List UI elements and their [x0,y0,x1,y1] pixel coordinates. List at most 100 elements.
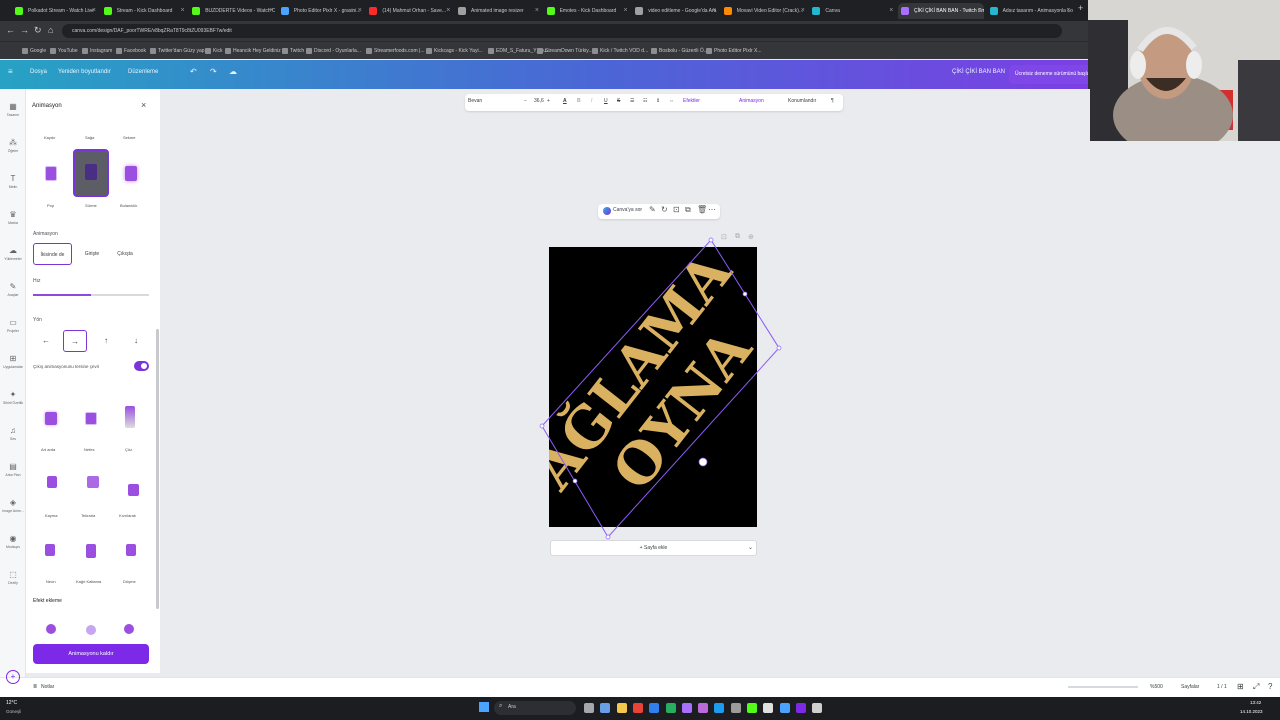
tab-entry[interactable]: Girişte [77,243,107,265]
bookmark-item[interactable]: Google [22,45,46,57]
anim-option-kivrilarak[interactable] [113,464,149,512]
reload-icon[interactable]: ↻ [34,25,42,36]
taskbar-app-icon[interactable] [714,703,725,713]
tab-close-icon[interactable]: × [269,3,273,19]
anim-option-tekrarla[interactable] [73,464,109,512]
anim-option-dusme[interactable] [113,530,149,578]
zoom-slider[interactable] [1068,686,1138,688]
rail-item[interactable]: ⁂ Öğeler [0,138,26,153]
rotate-icon[interactable]: ↻ [661,205,668,214]
bookmark-item[interactable]: Bosbolu - Güzerili Ö... [651,45,708,57]
edit-icon[interactable]: ✎ [649,205,656,214]
browser-tab[interactable]: video editleme - Google'da Ara × [632,3,718,19]
tab-close-icon[interactable]: × [1067,3,1071,19]
bold-icon[interactable]: B [577,98,581,104]
bookmark-item[interactable]: Kickcags - Kick Yayi... [426,45,483,57]
tab-close-icon[interactable]: × [92,3,96,19]
help-button-icon[interactable]: ? [1268,682,1272,691]
panel-scrollbar[interactable] [156,329,159,609]
browser-tab[interactable]: Photo Editor Pixlr X - grasini... × [278,3,364,19]
rail-item[interactable]: ♛ Marka [0,210,26,225]
tab-close-icon[interactable]: × [446,3,450,19]
letter-spacing-icon[interactable]: ⇕ [656,98,660,104]
bookmark-item[interactable]: Discord - Oyunlarla... [306,45,361,57]
bookmark-item[interactable]: StreamDown Türkiy... [537,45,593,57]
taskbar-app-icon[interactable] [747,703,757,713]
effect-option-1[interactable] [46,624,56,634]
text-color-icon[interactable]: A [563,98,567,104]
taskbar-app-icon[interactable] [812,703,823,713]
taskbar-app-icon[interactable] [795,703,806,713]
bookmark-item[interactable]: Twitter'dan Güzy yap [150,45,205,57]
anim-option-surme[interactable] [73,149,109,197]
rail-item[interactable]: ▭ Projeler [0,318,26,333]
animate-button[interactable]: Animasyon [739,98,764,104]
speed-slider[interactable] [33,294,149,296]
direction-up-button[interactable]: ↑ [94,330,118,352]
redo-icon[interactable]: ↷ [210,67,217,76]
reverse-exit-toggle[interactable] [134,361,149,371]
rail-item[interactable]: ▤ Arka Plan [0,462,26,477]
resize-button[interactable]: Yeniden boyutlandır [58,69,111,75]
browser-tab[interactable]: ÇİKİ ÇİKİ BAN BAN - Twitch Em... × [898,3,984,19]
tab-close-icon[interactable]: × [358,3,362,19]
rail-item[interactable]: ⬚ Dexify [0,570,26,585]
start-icon[interactable] [479,702,489,712]
browser-tab[interactable]: Polkadot Stream - Watch Live × [12,3,98,19]
anim-option-pop[interactable] [33,150,69,198]
anim-option-kagit-katlama[interactable] [73,530,109,578]
rail-item[interactable]: ☁ Yüklemeler [0,246,26,261]
font-size-decrease[interactable]: − [524,98,527,104]
taskbar-app-icon[interactable] [616,703,627,713]
taskbar-search[interactable]: ⌕ Ara [494,701,576,715]
browser-tab[interactable]: Adsız tasarım - Animasyonla Lo... × [987,3,1073,19]
font-size-increase[interactable]: + [547,98,550,104]
anim-option-neon[interactable] [33,530,69,578]
browser-tab[interactable]: Animated image resizer × [455,3,541,19]
more-icon[interactable]: ⋯ [708,205,716,214]
taskbar-app-icon[interactable] [632,703,643,713]
anim-option-bulaniklik[interactable] [113,150,149,198]
rail-item[interactable]: ◈ Image Anim... [0,498,26,513]
fullscreen-icon[interactable]: ⤢ [1253,682,1259,692]
bookmark-item[interactable]: Twitch [282,45,304,57]
edit-mode-button[interactable]: Düzenleme [128,69,158,75]
tab-close-icon[interactable]: × [535,3,539,19]
undo-icon[interactable]: ↶ [190,67,197,76]
tab-close-icon[interactable]: × [624,3,628,19]
bookmark-item[interactable]: Instagram [82,45,112,57]
taskbar-app-icon[interactable] [584,703,594,713]
tab-both[interactable]: İkisinde de [33,243,72,265]
browser-tab[interactable]: Movavi Video Editor (Crack)... × [721,3,807,19]
taskbar-app-icon[interactable] [779,703,790,713]
home-icon[interactable]: ⌂ [48,25,53,35]
delete-icon[interactable]: 🗑 [697,205,707,214]
position-button[interactable]: Konumlandır [788,98,816,104]
taskbar-app-icon[interactable] [698,703,709,713]
notes-icon[interactable]: ≣ [33,684,37,690]
free-trial-button[interactable]: Ücretsiz deneme sürümünü başlat [1009,65,1090,84]
bookmark-item[interactable]: Facebook [116,45,146,57]
tab-close-icon[interactable]: × [181,3,185,19]
zoom-level[interactable]: %500 [1150,684,1163,690]
bookmark-item[interactable]: Heancik Hey Geldiniz [225,45,281,57]
rail-item[interactable]: ◉ Mockups [0,534,26,549]
rail-item[interactable]: ♫ Ses [0,426,26,441]
taskbar-app-icon[interactable] [763,703,774,713]
strikethrough-icon[interactable]: S [617,98,620,104]
text-format-icon[interactable]: ⇔ [669,98,674,104]
duplicate-icon[interactable]: ⧉ [685,205,691,215]
weather-temp[interactable]: 12°C [6,700,17,706]
bookmark-item[interactable]: YouTube [50,45,78,57]
bookmark-item[interactable]: Photo Editor Pixlr X... [706,45,762,57]
browser-tab[interactable]: Canva × [809,3,895,19]
anim-option-coz[interactable] [113,396,149,444]
effects-button[interactable]: Efektler [683,98,700,104]
font-family-select[interactable]: Bevan [468,98,482,104]
effect-option-2[interactable] [86,625,96,635]
font-size-input[interactable]: 36,6 [534,98,544,104]
forward-icon[interactable]: → [20,25,29,35]
rail-item[interactable]: T Metin [0,174,26,189]
taskbar-app-icon[interactable] [600,703,611,713]
browser-tab[interactable]: BUZDDERTE Videos - Watch O... × [189,3,275,19]
